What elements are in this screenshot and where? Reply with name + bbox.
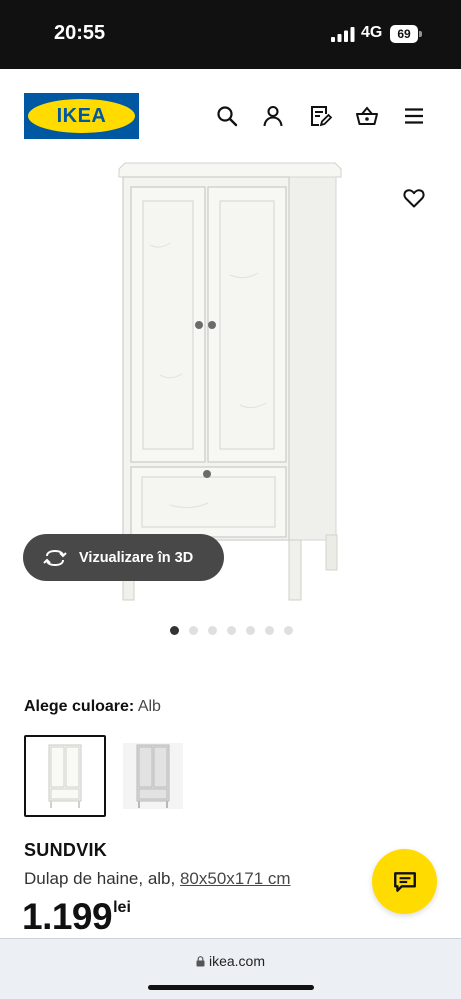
gallery-dot[interactable] (189, 626, 198, 635)
gallery-dot[interactable] (265, 626, 274, 635)
network-type: 4G (361, 24, 383, 41)
product-description: Dulap de haine, alb, 80x50x171 cm (24, 869, 291, 889)
price-integer: 1.199 (22, 896, 113, 937)
gallery-dot[interactable] (227, 626, 236, 635)
battery-level: 69 (390, 25, 418, 43)
menu-icon[interactable] (402, 104, 426, 128)
user-icon[interactable] (261, 104, 285, 128)
color-swatch-white[interactable] (24, 735, 106, 817)
view-3d-label: Vizualizare în 3D (79, 549, 194, 566)
color-label: Alege culoare: (24, 698, 135, 715)
ikea-logo[interactable]: IKEA (24, 93, 139, 139)
gallery-dot[interactable] (170, 626, 179, 635)
gallery-dot[interactable] (284, 626, 293, 635)
product-price: 1.199lei (22, 896, 131, 938)
gallery-dot[interactable] (246, 626, 255, 635)
heart-icon (403, 189, 425, 208)
gallery-pagination (170, 626, 293, 635)
search-icon[interactable] (215, 104, 239, 128)
signal-icon (331, 27, 355, 42)
color-chooser-label: Alege culoare: Alb (24, 698, 161, 716)
home-indicator[interactable] (148, 985, 314, 990)
chat-icon (393, 871, 416, 892)
wardrobe-thumbnail-white (48, 744, 82, 808)
view-3d-button[interactable]: Vizualizare în 3D (23, 534, 224, 581)
color-swatch-grey[interactable] (112, 735, 194, 817)
rotate-3d-icon (43, 549, 67, 566)
chat-button[interactable] (372, 849, 437, 914)
gallery-dot[interactable] (208, 626, 217, 635)
price-currency: lei (113, 899, 131, 916)
status-bar: 20:55 4G 69 (0, 0, 461, 69)
url-text: ikea.com (208, 953, 266, 969)
battery-icon: 69 (390, 25, 422, 43)
status-time: 20:55 (54, 22, 106, 44)
shopping-list-icon[interactable] (308, 104, 333, 128)
basket-icon[interactable] (355, 104, 379, 128)
logo-text: IKEA (56, 104, 107, 127)
product-size-link[interactable]: 80x50x171 cm (180, 869, 291, 888)
wardrobe-thumbnail-grey (123, 743, 183, 809)
url-display[interactable]: ikea.com (0, 953, 461, 969)
wishlist-heart-button[interactable] (393, 177, 435, 219)
product-description-text: Dulap de haine, alb, (24, 869, 176, 888)
color-value: Alb (137, 698, 161, 715)
browser-address-bar[interactable]: ikea.com (0, 938, 461, 999)
lock-icon (196, 956, 205, 967)
product-name: SUNDVIK (24, 840, 108, 860)
